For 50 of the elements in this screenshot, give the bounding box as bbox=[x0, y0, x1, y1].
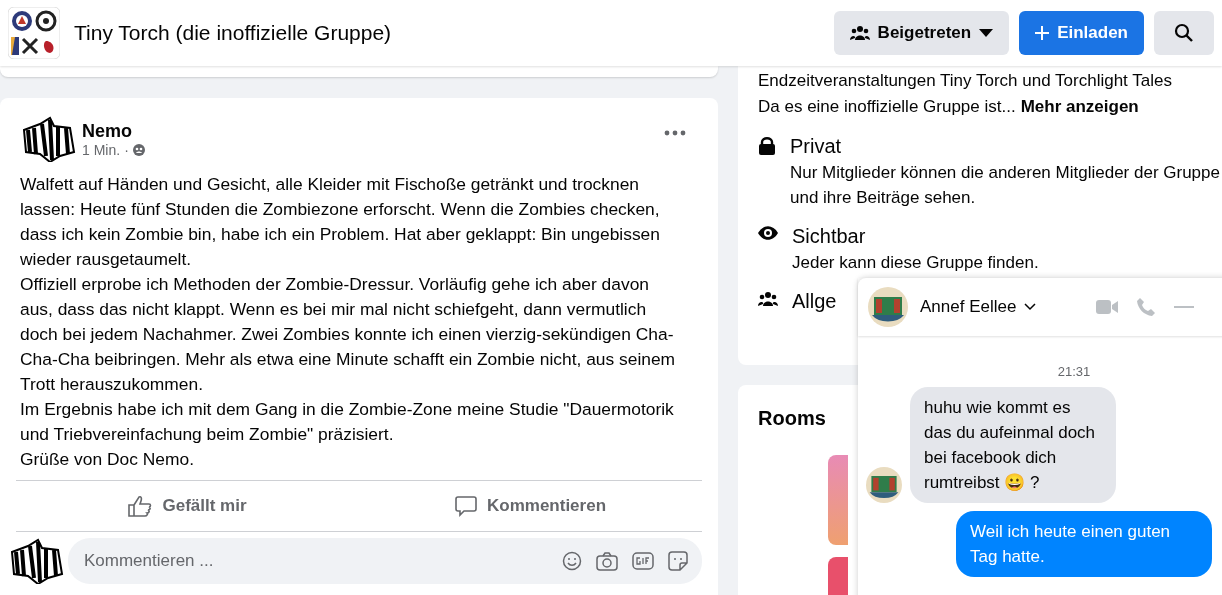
group-description: Endzeitveranstaltungen Tiny Torch und Torchlight Tales bbox=[758, 70, 1173, 92]
show-more-link[interactable]: Mehr anzeigen bbox=[1020, 94, 1139, 120]
group-description: Da es eine inoffizielle Gruppe ist... bbox=[758, 96, 1016, 118]
more-options-icon[interactable] bbox=[664, 130, 686, 136]
author-name[interactable]: Nemo bbox=[82, 120, 145, 142]
eye-icon bbox=[758, 226, 778, 240]
contact-name[interactable]: Annef Eellee bbox=[920, 297, 1017, 317]
post-paragraph: Offiziell erprobe ich Methoden der Zombie-Dressur. Vorläufig gehe ich aber davon aus, dass das nicht klappt. Wenn es bei mir mal nicht schiefgeht, dann vermutlich doch bei jedem Nachahmer. Zwei Zombies konnte ich einen vierzig-sekündigen Cha-Cha-Cha beibringen. Mehr als etwa eine Minute schafft ein Zombie nicht, aus seinem Trott herauszukommen. bbox=[20, 273, 677, 396]
post-time[interactable]: 1 Min. bbox=[82, 141, 121, 158]
contact-avatar-icon[interactable] bbox=[868, 287, 908, 327]
group-logo-icon bbox=[8, 7, 60, 59]
separator-dot: · bbox=[124, 141, 129, 158]
group-name: Tiny Torch (die inoffizielle Gruppe) bbox=[74, 21, 392, 45]
sticker-icon[interactable] bbox=[668, 551, 688, 571]
comment-button[interactable]: Kommentieren bbox=[359, 481, 702, 531]
setting-title: Sichtbar bbox=[792, 224, 867, 249]
plus-icon bbox=[1035, 26, 1050, 40]
post-paragraph: Grüße von Doc Nemo. bbox=[20, 448, 195, 471]
rooms-title: Rooms bbox=[758, 407, 826, 429]
people-icon bbox=[849, 25, 870, 41]
search-icon bbox=[1174, 23, 1194, 43]
smiley-icon[interactable] bbox=[562, 551, 582, 571]
post-paragraph: Walfett auf Händen und Gesicht, alle Kleider mit Fischoße getränkt und trocknen lassen: Heute fünf Stunden die Zombiezone erforscht. Wenn die Zombies checken, dass ich kein Zombie bin, habe ich ein Problem. Hat aber geklappt: Bin ungebissen wieder rausgetaumelt. bbox=[20, 173, 661, 271]
contact-avatar-icon bbox=[866, 467, 902, 503]
received-message: huhu wie kommt es das du aufeinmal doch bei facebook dich rumtreibst 😀 ? bbox=[910, 387, 1116, 503]
like-button[interactable]: Gefällt mir bbox=[16, 481, 359, 531]
zebra-avatar-icon bbox=[20, 116, 76, 162]
search-button[interactable] bbox=[1154, 11, 1214, 55]
setting-title: Privat bbox=[790, 134, 843, 159]
zebra-avatar-icon bbox=[8, 538, 64, 584]
invite-button[interactable]: Einladen bbox=[1019, 11, 1144, 55]
comment-input[interactable]: Kommentieren ... bbox=[82, 550, 548, 572]
room-thumbnail[interactable] bbox=[828, 455, 848, 545]
caret-icon bbox=[979, 29, 994, 37]
people-icon bbox=[758, 291, 778, 307]
setting-description: Jeder kann diese Gruppe finden. bbox=[792, 252, 1040, 274]
group-audience-icon bbox=[132, 143, 145, 156]
sent-message: Weil ich heute einen guten Tag hatte. bbox=[956, 511, 1212, 577]
post-paragraph: Im Ergebnis habe ich mit dem Gang in die Zombie-Zone meine Studie "Dauermotorik und Triebvereinfachung beim Zombie" präzisiert. bbox=[20, 398, 675, 446]
lock-icon bbox=[758, 136, 776, 156]
speech-bubble-icon bbox=[455, 495, 477, 517]
joined-button[interactable]: Beigetreten bbox=[833, 11, 1010, 55]
setting-description: Nur Mitglieder können die anderen Mitglieder der Gruppe und ihre Beiträge sehen. bbox=[790, 162, 1220, 209]
chevron-down-icon[interactable] bbox=[1024, 303, 1037, 311]
message-time: 21:31 bbox=[1057, 364, 1091, 379]
gif-icon[interactable] bbox=[632, 551, 654, 571]
setting-title: Allge bbox=[792, 289, 837, 314]
comment-field[interactable]: Kommentieren ... bbox=[68, 538, 702, 584]
camera-icon[interactable] bbox=[596, 551, 618, 571]
thumbs-up-icon bbox=[128, 495, 153, 517]
